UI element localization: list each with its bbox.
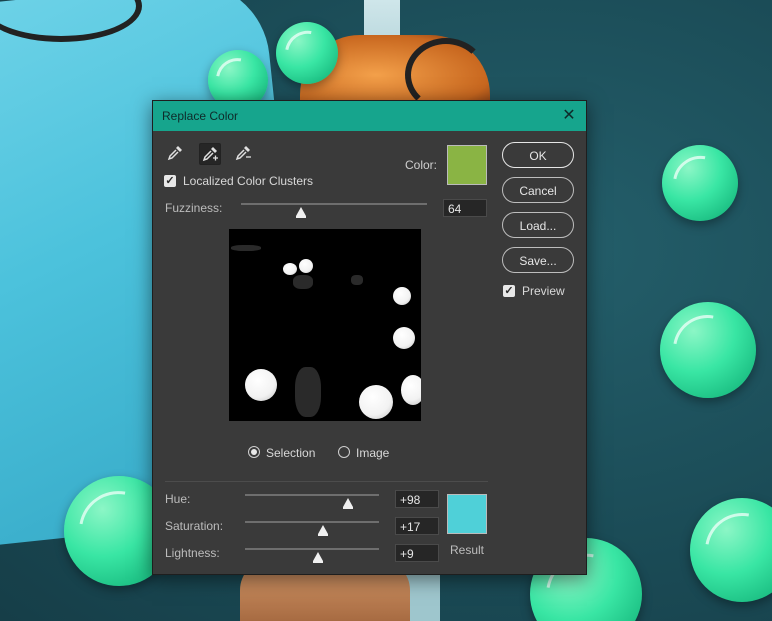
load-button[interactable]: Load... [502,212,574,238]
image-radio[interactable] [338,446,350,458]
selected-color-swatch[interactable] [447,145,487,185]
eyedropper-icon [167,146,182,161]
dialog-titlebar[interactable]: Replace Color ✕ [153,101,586,131]
hue-label: Hue: [165,492,191,506]
check-icon: ✓ [504,285,514,297]
lightness-slider-thumb[interactable] [313,552,324,563]
tennis-ball [276,22,338,84]
saturation-label: Saturation: [165,519,224,533]
saturation-slider-thumb[interactable] [317,525,328,536]
result-color-swatch[interactable] [447,494,487,534]
eyedropper-tool[interactable] [165,143,185,163]
eyedropper-add-icon [202,147,218,162]
check-icon: ✓ [165,175,175,187]
tennis-ball [690,498,772,602]
save-button[interactable]: Save... [502,247,574,273]
fuzziness-input[interactable]: 64 [443,199,487,217]
localized-clusters-label: Localized Color Clusters [183,174,314,188]
selection-radio[interactable] [248,446,260,458]
section-divider [165,481,488,482]
selection-preview[interactable] [229,229,421,421]
hue-slider[interactable] [245,494,379,496]
fuzziness-slider[interactable] [241,203,427,205]
selection-radio-label: Selection [266,446,316,460]
lightness-slider[interactable] [245,548,379,550]
preview-label: Preview [522,284,565,298]
color-label: Color: [405,158,438,172]
saturation-slider[interactable] [245,521,379,523]
fuzziness-slider-thumb[interactable] [295,207,306,218]
close-button[interactable]: ✕ [560,107,578,125]
dialog-title: Replace Color [162,109,239,123]
result-label: Result [450,543,485,557]
localized-clusters-checkbox[interactable]: ✓ [164,175,176,187]
ok-button[interactable]: OK [502,142,574,168]
lightness-label: Lightness: [165,546,220,560]
hue-slider-thumb[interactable] [343,498,354,509]
cancel-button[interactable]: Cancel [502,177,574,203]
hue-input[interactable]: +98 [395,490,439,508]
eyedropper-subtract-icon [235,146,251,161]
lightness-input[interactable]: +9 [395,544,439,562]
preview-checkbox[interactable]: ✓ [503,285,515,297]
tennis-ball [662,145,738,221]
eyedropper-add-tool[interactable] [199,143,221,165]
replace-color-dialog: Replace Color ✕ Color: ✓ Localized Color… [152,100,587,575]
eyedropper-subtract-tool[interactable] [233,143,253,163]
image-radio-label: Image [356,446,390,460]
tennis-ball [660,302,756,398]
fuzziness-label: Fuzziness: [165,201,223,215]
saturation-input[interactable]: +17 [395,517,439,535]
